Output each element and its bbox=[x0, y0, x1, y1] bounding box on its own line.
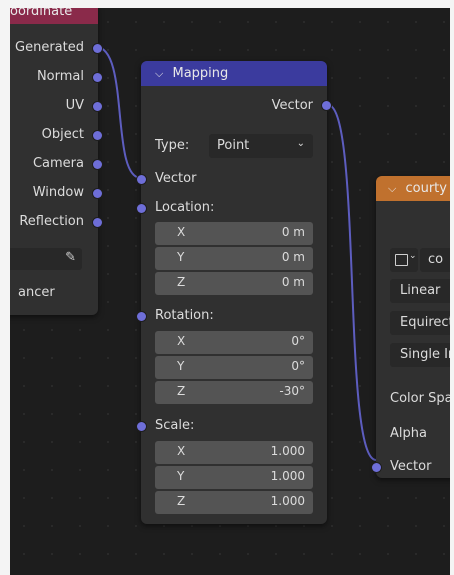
node-header[interactable]: ⌵ Mapping bbox=[141, 61, 327, 86]
scale-x-field[interactable]: X 1.000 bbox=[155, 441, 313, 464]
scale-socket[interactable] bbox=[137, 422, 146, 431]
scale-y-field[interactable]: Y 1.000 bbox=[155, 466, 313, 489]
interpolation-value: Linear bbox=[400, 283, 441, 298]
field-value: -30° bbox=[279, 384, 305, 398]
image-icon bbox=[395, 254, 408, 266]
location-socket[interactable] bbox=[137, 204, 146, 213]
axis-label: Z bbox=[177, 384, 186, 398]
chevron-down-icon: ⌄ bbox=[409, 251, 417, 261]
output-window-label: Window bbox=[32, 185, 84, 200]
output-uv-socket[interactable] bbox=[93, 102, 102, 111]
rotation-x-field[interactable]: X 0° bbox=[155, 331, 313, 354]
output-reflection-socket[interactable] bbox=[93, 218, 102, 227]
texture-coordinate-node[interactable]: oordinate Generated Normal UV Object Cam… bbox=[10, 8, 102, 315]
image-texture-node[interactable]: ⌵ courty ⌄ co Linear Equirect Single In … bbox=[372, 176, 450, 478]
node-title: Mapping bbox=[172, 66, 229, 81]
output-camera-label: Camera bbox=[32, 156, 84, 171]
rotation-z-field[interactable]: Z -30° bbox=[155, 381, 313, 404]
output-vector-label: Vector bbox=[271, 98, 313, 113]
type-dropdown-value: Point bbox=[217, 138, 250, 153]
field-value: 0° bbox=[291, 359, 305, 373]
field-value: 0° bbox=[291, 334, 305, 348]
output-generated-socket[interactable] bbox=[93, 44, 102, 53]
image-browse-button[interactable]: ⌄ bbox=[390, 248, 418, 272]
input-vector-label: Vector bbox=[155, 171, 197, 186]
axis-label: Z bbox=[177, 275, 186, 289]
type-label: Type: bbox=[155, 138, 190, 153]
axis-label: Z bbox=[177, 494, 186, 508]
color-space-label: Color Spa bbox=[390, 391, 450, 406]
output-vector-socket[interactable] bbox=[322, 101, 331, 110]
image-name-value: co bbox=[428, 252, 444, 267]
output-uv-label: UV bbox=[65, 98, 84, 113]
input-vector-socket[interactable] bbox=[137, 175, 146, 184]
axis-label: X bbox=[177, 225, 186, 239]
rotation-socket[interactable] bbox=[137, 312, 146, 321]
output-normal-socket[interactable] bbox=[93, 73, 102, 82]
type-dropdown[interactable]: Point ⌄ bbox=[209, 134, 313, 158]
output-reflection-label: Reflection bbox=[19, 214, 84, 229]
axis-label: X bbox=[177, 444, 186, 458]
scale-z-field[interactable]: Z 1.000 bbox=[155, 491, 313, 514]
input-vector-socket[interactable] bbox=[372, 463, 381, 472]
rotation-y-field[interactable]: Y 0° bbox=[155, 356, 313, 379]
node-title: oordinate bbox=[10, 8, 73, 19]
alpha-label: Alpha bbox=[390, 426, 427, 441]
from-instancer-label: ancer bbox=[18, 285, 55, 300]
link-mapping-to-image-vector[interactable] bbox=[327, 104, 377, 461]
scale-label: Scale: bbox=[155, 418, 195, 433]
object-picker-field[interactable]: ✎ bbox=[10, 248, 82, 270]
node-editor-canvas[interactable]: oordinate Generated Normal UV Object Cam… bbox=[10, 8, 450, 575]
location-y-field[interactable]: Y 0 m bbox=[155, 247, 313, 270]
eyedropper-icon[interactable]: ✎ bbox=[65, 250, 76, 265]
projection-dropdown[interactable]: Equirect bbox=[390, 311, 450, 335]
output-window-socket[interactable] bbox=[93, 189, 102, 198]
node-header[interactable]: oordinate bbox=[10, 8, 98, 24]
output-normal-label: Normal bbox=[36, 69, 84, 84]
source-value: Single In bbox=[400, 347, 450, 362]
output-camera-socket[interactable] bbox=[93, 160, 102, 169]
node-title: courty bbox=[405, 181, 447, 196]
output-generated-label: Generated bbox=[15, 40, 84, 55]
field-value: 0 m bbox=[281, 250, 305, 264]
image-name-field[interactable]: co bbox=[420, 248, 450, 272]
field-value: 1.000 bbox=[270, 494, 305, 508]
axis-label: Y bbox=[177, 469, 185, 483]
source-dropdown[interactable]: Single In bbox=[390, 343, 450, 367]
field-value: 0 m bbox=[281, 225, 305, 239]
projection-value: Equirect bbox=[400, 315, 450, 330]
field-value: 1.000 bbox=[270, 444, 305, 458]
field-value: 0 m bbox=[281, 275, 305, 289]
output-object-socket[interactable] bbox=[93, 131, 102, 140]
axis-label: Y bbox=[177, 250, 185, 264]
axis-label: Y bbox=[177, 359, 185, 373]
interpolation-dropdown[interactable]: Linear bbox=[390, 279, 450, 303]
link-generated-to-vector[interactable] bbox=[95, 46, 142, 179]
location-x-field[interactable]: X 0 m bbox=[155, 222, 313, 245]
mapping-node[interactable]: ⌵ Mapping Vector Type: Point ⌄ Vector Lo… bbox=[137, 61, 331, 524]
input-vector-label: Vector bbox=[390, 459, 432, 474]
field-value: 1.000 bbox=[270, 469, 305, 483]
location-label: Location: bbox=[155, 200, 215, 215]
collapse-chevron-icon[interactable]: ⌵ bbox=[155, 67, 163, 80]
node-header[interactable]: ⌵ courty bbox=[376, 176, 450, 201]
chevron-down-icon: ⌄ bbox=[296, 138, 305, 149]
output-object-label: Object bbox=[41, 127, 84, 142]
rotation-label: Rotation: bbox=[155, 308, 214, 323]
collapse-chevron-icon[interactable]: ⌵ bbox=[388, 182, 396, 195]
axis-label: X bbox=[177, 334, 186, 348]
location-z-field[interactable]: Z 0 m bbox=[155, 272, 313, 295]
